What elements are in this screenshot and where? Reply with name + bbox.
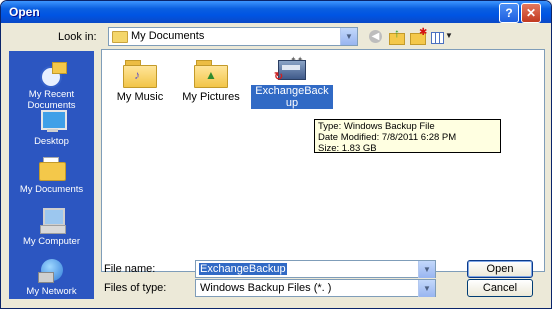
look-in-dropdown[interactable]: My Documents ▼ [108,27,358,46]
music-folder-icon: ♪ [123,58,157,88]
tooltip-date-modified: Date Modified: 7/8/2011 6:28 PM [318,132,457,143]
windows-backup-file-icon: ✦✦↻ [274,54,308,83]
file-name-label: File name: [104,263,156,275]
place-my-documents[interactable]: My Documents [9,155,94,195]
file-item-my-music[interactable]: ♪ My Music [100,58,180,103]
place-label: My Computer [22,236,80,247]
views-menu-button[interactable]: ▼ [431,29,455,45]
chevron-down-icon[interactable]: ▼ [418,280,435,297]
back-arrow-icon: ◀ [369,30,382,43]
file-item-label: My Pictures [182,91,240,103]
up-one-level-button[interactable]: ↑ [389,26,405,45]
place-label: My Network [26,286,77,297]
dialog-title: Open [9,5,40,19]
views-grid-icon [431,32,444,44]
place-my-computer[interactable]: My Computer [9,207,94,247]
file-item-exchangebackup[interactable]: ✦✦↻ ExchangeBackup [251,54,333,109]
look-in-value: My Documents [131,30,205,42]
chevron-down-icon: ▼ [445,31,453,40]
my-network-icon [37,257,66,283]
sparkle-icon: ✱ [419,27,428,38]
file-item-my-pictures[interactable]: ▲ My Pictures [171,58,251,103]
cancel-button[interactable]: Cancel [467,279,533,297]
title-bar[interactable]: Open ? ✕ [1,1,551,23]
place-desktop[interactable]: Desktop [9,107,94,147]
files-of-type-label: Files of type: [104,282,167,294]
back-button[interactable]: ◀ [368,29,384,45]
recent-documents-icon [38,60,67,88]
desktop-icon [38,107,67,133]
file-item-label-selected: ExchangeBack up [251,85,333,109]
tooltip-type: Type: Windows Backup File [318,121,435,132]
help-button[interactable]: ? [499,3,519,23]
file-name-field[interactable]: ExchangeBackup ▼ [195,260,436,278]
place-label: My Documents [19,184,84,195]
close-button[interactable]: ✕ [521,3,541,23]
file-info-tooltip: Type: Windows Backup File Date Modified:… [314,119,501,154]
dialog-content: Look in: My Documents ▼ ◀ ↑ ✱ ▼ My Recen… [5,23,547,304]
open-dialog: Open ? ✕ Look in: My Documents ▼ ◀ ↑ ✱ ▼ [0,0,552,309]
up-arrow-icon: ↑ [394,26,400,40]
open-button[interactable]: Open [467,260,533,278]
my-documents-icon [38,155,66,181]
file-list[interactable]: ♪ My Music ▲ My Pictures ✦✦↻ ExchangeBac… [101,49,545,272]
my-computer-icon [38,207,66,234]
place-label: Desktop [34,136,69,147]
chevron-down-icon[interactable]: ▼ [340,28,357,45]
place-my-network[interactable]: My Network [9,257,94,297]
file-item-label: My Music [116,91,164,103]
pictures-folder-icon: ▲ [194,58,228,88]
my-documents-small-icon [112,31,128,43]
place-my-recent-documents[interactable]: My Recent Documents [9,60,94,111]
create-new-folder-button[interactable]: ✱ [410,27,428,45]
file-name-value[interactable]: ExchangeBackup [199,263,287,275]
look-in-label: Look in: [58,31,97,43]
tooltip-size: Size: 1.83 GB [318,143,377,154]
files-of-type-dropdown[interactable]: Windows Backup Files (*. ) ▼ [195,279,436,297]
files-of-type-value: Windows Backup Files (*. ) [200,282,332,294]
place-label: My Recent [28,89,75,100]
chevron-down-icon[interactable]: ▼ [418,261,435,278]
places-bar: My Recent Documents Desktop My Documents… [9,51,94,299]
